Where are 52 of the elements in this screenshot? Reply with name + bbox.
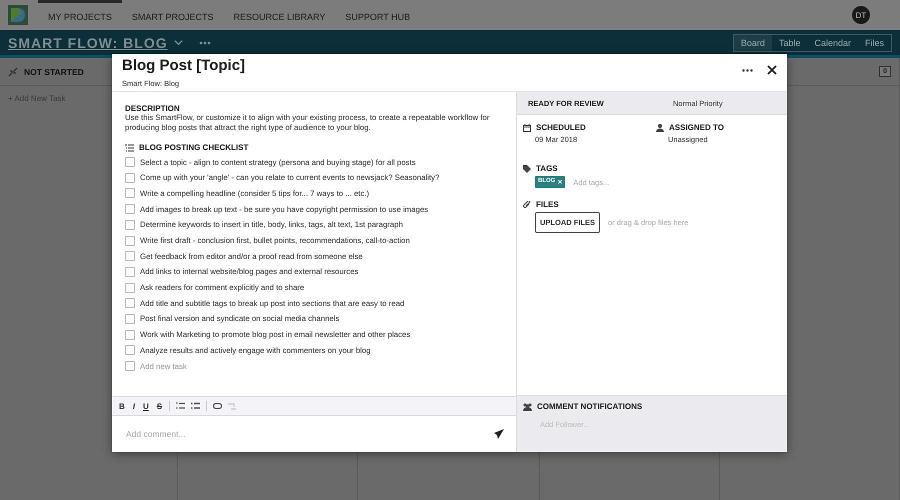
- tag-icon: [523, 164, 531, 172]
- column-title: NOT STARTED: [24, 66, 84, 76]
- nav-tab[interactable]: SUPPORT HUB: [335, 0, 420, 30]
- checkbox[interactable]: [125, 298, 135, 308]
- collapse-icon[interactable]: [8, 66, 18, 76]
- calendar-icon: [523, 124, 531, 132]
- person-icon: [656, 124, 664, 132]
- section-heading: BLOG POSTING CHECKLIST: [139, 143, 248, 152]
- checkbox[interactable]: [125, 361, 135, 372]
- view-tab[interactable]: Calendar: [807, 34, 858, 50]
- bullet-list-icon[interactable]: [191, 402, 200, 410]
- field-label: SCHEDULED: [536, 123, 586, 132]
- checkbox[interactable]: [125, 236, 135, 246]
- checkbox[interactable]: [125, 314, 135, 324]
- group-icon: [523, 402, 532, 410]
- checkbox[interactable]: [125, 330, 135, 340]
- section-heading: DESCRIPTION: [125, 104, 181, 113]
- checkbox[interactable]: [125, 172, 135, 183]
- nav-tab[interactable]: RESOURCE LIBRARY: [224, 0, 336, 30]
- numbered-list-icon[interactable]: [176, 402, 186, 410]
- checklist-icon: [125, 144, 134, 152]
- format-button[interactable]: I: [132, 402, 136, 410]
- checkbox[interactable]: [125, 157, 135, 168]
- chevron-icon[interactable]: [174, 38, 183, 47]
- paperclip-icon: [523, 200, 531, 208]
- nav-tab[interactable]: SMART PROJECTS: [122, 0, 224, 30]
- checkbox[interactable]: [125, 251, 135, 262]
- more-icon[interactable]: [742, 68, 753, 72]
- checkbox[interactable]: [125, 188, 135, 198]
- user-avatar[interactable]: DT: [852, 6, 870, 24]
- checkbox[interactable]: [125, 282, 135, 293]
- checkbox[interactable]: [125, 266, 135, 277]
- unlink-icon[interactable]: [228, 402, 236, 410]
- send-icon[interactable]: [494, 429, 504, 439]
- view-tab[interactable]: Board: [734, 34, 772, 50]
- field-label: FILES: [536, 200, 559, 209]
- logo-icon: [8, 5, 28, 25]
- field-label: ASSIGNED TO: [669, 123, 724, 132]
- close-icon[interactable]: [767, 65, 777, 75]
- checkbox[interactable]: [125, 345, 135, 356]
- task-title: Blog Post [Topic]: [122, 57, 246, 74]
- format-button[interactable]: U: [142, 402, 150, 410]
- field-label: TAGS: [536, 164, 558, 173]
- checkbox[interactable]: [125, 220, 135, 230]
- checkbox[interactable]: [125, 204, 135, 214]
- section-heading: COMMENT NOTIFICATIONS: [537, 402, 642, 411]
- project-title: SMART FLOW: BLOG: [8, 34, 168, 50]
- format-button[interactable]: S: [156, 402, 164, 410]
- view-tab[interactable]: Table: [772, 34, 808, 50]
- format-button[interactable]: B: [118, 402, 126, 410]
- view-tab[interactable]: Files: [858, 34, 891, 50]
- link-icon[interactable]: [213, 403, 222, 409]
